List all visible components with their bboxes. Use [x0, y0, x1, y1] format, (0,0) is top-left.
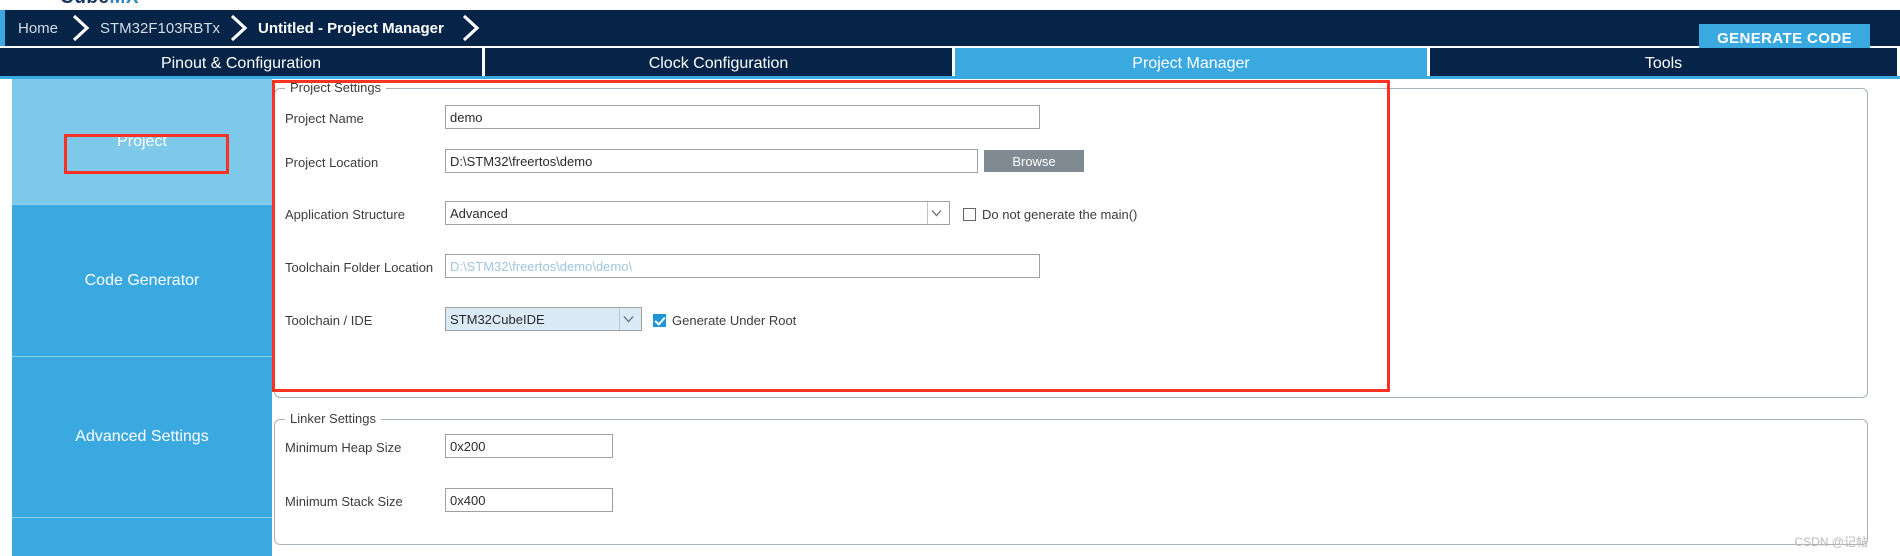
breadcrumb-item-mcu[interactable]: STM32F103RBTx — [100, 10, 220, 46]
toolchain-ide-select[interactable]: STM32CubeIDE — [445, 307, 642, 331]
checkbox-box-icon — [963, 207, 976, 221]
project-settings-group: Project Settings Project Name Project Lo… — [274, 80, 1868, 398]
breadcrumb-item-home-label: Home — [18, 19, 59, 37]
tab-pinout-configuration-label: Pinout & Configuration — [160, 54, 322, 72]
breadcrumb-bar: Home STM32F103RBTx Untitled - Project Ma… — [0, 10, 1900, 54]
tab-clock-configuration-label: Clock Configuration — [648, 54, 789, 72]
minimum-stack-size-input[interactable] — [445, 488, 613, 512]
main-tabstrip: Pinout & Configuration Clock Configurati… — [0, 48, 1900, 79]
chevron-right-icon — [460, 14, 482, 42]
chevron-down-icon — [927, 202, 945, 224]
tab-tools[interactable]: Tools — [1430, 48, 1897, 79]
project-manager-sidebar: Project Code Generator Advanced Settings — [12, 79, 272, 556]
tab-project-manager[interactable]: Project Manager — [955, 48, 1430, 79]
do-not-generate-main-checkbox[interactable]: Do not generate the main() — [963, 201, 1137, 227]
project-name-input[interactable] — [445, 105, 1040, 129]
breadcrumb-item-current[interactable]: Untitled - Project Manager — [258, 10, 444, 46]
sidebar-item-advanced-settings-label: Advanced Settings — [75, 428, 209, 445]
project-manager-content: Project Settings Project Name Project Lo… — [272, 79, 1890, 556]
project-name-row: Project Name — [275, 105, 1867, 131]
project-location-input[interactable] — [445, 149, 978, 173]
sidebar-item-project[interactable]: Project — [12, 79, 272, 205]
browse-button[interactable]: Browse — [984, 150, 1084, 172]
sidebar-item-overflow[interactable] — [12, 518, 272, 556]
do-not-generate-main-label: Do not generate the main() — [982, 206, 1138, 222]
project-location-row: Project Location Browse — [275, 149, 1867, 175]
generate-under-root-checkbox[interactable]: Generate Under Root — [653, 307, 796, 333]
tab-clock-configuration[interactable]: Clock Configuration — [485, 48, 955, 79]
sidebar-item-advanced-settings[interactable]: Advanced Settings — [12, 357, 272, 518]
sidebar-item-code-generator-label: Code Generator — [84, 271, 200, 289]
app-logo: CubeMX — [0, 0, 1900, 10]
tab-project-manager-label: Project Manager — [1132, 54, 1250, 72]
app-logo-text: CubeMX — [60, 0, 139, 9]
tab-pinout-configuration[interactable]: Pinout & Configuration — [0, 48, 485, 79]
chevron-right-icon — [228, 14, 250, 42]
minimum-heap-size-input[interactable] — [445, 434, 613, 458]
minimum-heap-size-row: Minimum Heap Size — [275, 434, 1867, 460]
application-structure-value: Advanced — [450, 205, 508, 221]
app-logo-prefix: Cube — [60, 0, 110, 8]
tab-tools-label: Tools — [1644, 54, 1683, 72]
app-logo-suffix: MX — [110, 0, 140, 8]
breadcrumb-item-mcu-label: STM32F103RBTx — [100, 19, 221, 37]
application-structure-select[interactable]: Advanced — [445, 201, 950, 225]
application-structure-row: Application Structure Advanced Do not ge… — [275, 201, 1867, 227]
checkbox-box-icon — [653, 313, 666, 327]
breadcrumb-item-current-label: Untitled - Project Manager — [258, 19, 444, 37]
chevron-right-icon — [70, 14, 92, 42]
stm32cubemx-window: CubeMX Home STM32F103RBTx Untitled - Pro… — [0, 0, 1900, 556]
toolchain-ide-value: STM32CubeIDE — [450, 311, 545, 327]
toolchain-ide-row: Toolchain / IDE STM32CubeIDE Generate Un… — [275, 307, 1867, 333]
toolchain-folder-location-input — [445, 254, 1040, 278]
watermark: CSDN @记帖 — [1794, 535, 1868, 549]
breadcrumb-item-home[interactable]: Home — [18, 10, 58, 46]
sidebar-item-project-label: Project — [117, 132, 167, 150]
minimum-stack-size-row: Minimum Stack Size — [275, 488, 1867, 514]
chevron-down-icon — [619, 308, 637, 330]
toolchain-folder-location-row: Toolchain Folder Location — [275, 254, 1867, 280]
sidebar-item-code-generator[interactable]: Code Generator — [12, 205, 272, 357]
project-settings-group-title: Project Settings — [285, 80, 387, 95]
linker-settings-group-title: Linker Settings — [285, 411, 381, 426]
generate-under-root-label: Generate Under Root — [672, 312, 797, 328]
breadcrumb-accent-edge — [0, 10, 5, 46]
linker-settings-group: Linker Settings Minimum Heap Size Minimu… — [274, 411, 1868, 545]
